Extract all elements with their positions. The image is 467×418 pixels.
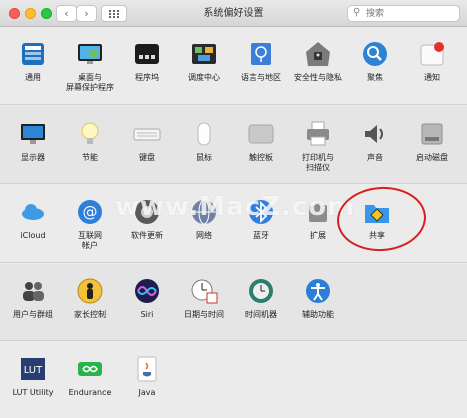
- pane-label: 桌面与 屏幕保护程序: [66, 73, 114, 92]
- pane-label: 安全性与隐私: [294, 73, 342, 82]
- displays-icon: [19, 120, 47, 148]
- pane-security-privacy[interactable]: 安全性与隐私: [288, 40, 348, 83]
- sound-icon: [361, 120, 389, 148]
- pane-label: 蓝牙: [253, 231, 269, 240]
- pane-trackpad[interactable]: 触控板: [231, 120, 291, 163]
- pane-date-time[interactable]: 日期与时间: [174, 277, 234, 320]
- users-groups-icon: [19, 277, 47, 305]
- pane-label: iCloud: [20, 231, 46, 240]
- pane-startup-disk[interactable]: 启动磁盘: [402, 120, 462, 163]
- window-titlebar: ‹ › 系统偏好设置 ⚲: [0, 0, 467, 27]
- pane-label: 触控板: [249, 153, 273, 162]
- spotlight-icon: [361, 40, 389, 68]
- notifications-icon: [418, 40, 446, 68]
- keyboard-icon: [133, 120, 161, 148]
- startup-disk-icon: [418, 120, 446, 148]
- pane-label: 键盘: [139, 153, 155, 162]
- pane-label: 打印机与 扫描仪: [302, 153, 334, 172]
- java-icon: [133, 355, 161, 383]
- endurance-icon: [76, 355, 104, 383]
- pane-users-groups[interactable]: 用户与群组: [3, 277, 63, 320]
- pane-spotlight[interactable]: 聚焦: [345, 40, 405, 83]
- pane-icloud[interactable]: iCloud: [3, 198, 63, 241]
- pane-energy-saver[interactable]: 节能: [60, 120, 120, 163]
- pane-label: 通知: [424, 73, 440, 82]
- dock-icon: [133, 40, 161, 68]
- pane-label: 调度中心: [188, 73, 220, 82]
- pane-sound[interactable]: 声音: [345, 120, 405, 163]
- pane-mouse[interactable]: 鼠标: [174, 120, 234, 163]
- lut-utility-icon: LUT: [19, 355, 47, 383]
- internet-accounts-icon: @: [76, 198, 104, 226]
- pane-label: Java: [138, 388, 156, 397]
- watermark-text: www.MacZ.com: [115, 192, 356, 222]
- svg-text:@: @: [83, 203, 98, 221]
- pane-accessibility[interactable]: 辅助功能: [288, 277, 348, 320]
- pane-label: 启动磁盘: [416, 153, 448, 162]
- printer-scanner-icon: [304, 120, 332, 148]
- pane-endurance[interactable]: Endurance: [60, 355, 120, 398]
- pane-java[interactable]: Java: [117, 355, 177, 398]
- accessibility-icon: [304, 277, 332, 305]
- pane-label: 显示器: [21, 153, 45, 162]
- pane-notifications[interactable]: 通知: [402, 40, 462, 83]
- pane-lut-utility[interactable]: LUT LUT Utility: [3, 355, 63, 398]
- pane-keyboard[interactable]: 键盘: [117, 120, 177, 163]
- pane-label: 辅助功能: [302, 310, 334, 319]
- siri-icon: [133, 277, 161, 305]
- pane-time-machine[interactable]: 时间机器: [231, 277, 291, 320]
- icloud-icon: [19, 198, 47, 226]
- pane-general[interactable]: 通用: [3, 40, 63, 83]
- language-region-icon: [247, 40, 275, 68]
- pane-label: 时间机器: [245, 310, 277, 319]
- pane-parental-controls[interactable]: 家长控制: [60, 277, 120, 320]
- pane-label: 日期与时间: [184, 310, 224, 319]
- pane-language-region[interactable]: 语言与地区: [231, 40, 291, 83]
- pane-label: Siri: [140, 310, 154, 319]
- pane-label: 扩展: [310, 231, 326, 240]
- pane-label: LUT Utility: [12, 388, 54, 397]
- mission-control-icon: [190, 40, 218, 68]
- date-time-icon: [190, 277, 218, 305]
- pane-label: 软件更新: [131, 231, 163, 240]
- pane-label: 家长控制: [74, 310, 106, 319]
- pane-label: 鼠标: [196, 153, 212, 162]
- pane-label: 聚焦: [367, 73, 383, 82]
- pane-label: Endurance: [68, 388, 112, 397]
- pane-dock[interactable]: 程序坞: [117, 40, 177, 83]
- pane-desktop-screensaver[interactable]: 桌面与 屏幕保护程序: [60, 40, 120, 93]
- pane-label: 互联网 帐户: [78, 231, 102, 250]
- search-field[interactable]: ⚲: [347, 5, 460, 22]
- mouse-icon: [190, 120, 218, 148]
- pane-label: 网络: [196, 231, 212, 240]
- energy-saver-icon: [76, 120, 104, 148]
- pane-internet-accounts[interactable]: @ 互联网 帐户: [60, 198, 120, 251]
- pane-printers-scanners[interactable]: 打印机与 扫描仪: [288, 120, 348, 173]
- pane-label: 语言与地区: [241, 73, 281, 82]
- pane-label: 程序坞: [135, 73, 159, 82]
- general-icon: [19, 40, 47, 68]
- pane-label: 节能: [82, 153, 98, 162]
- time-machine-icon: [247, 277, 275, 305]
- pane-label: 用户与群组: [13, 310, 53, 319]
- search-icon: ⚲: [353, 7, 361, 18]
- parental-controls-icon: [76, 277, 104, 305]
- pane-mission-control[interactable]: 调度中心: [174, 40, 234, 83]
- search-input[interactable]: [366, 7, 454, 20]
- svg-text:LUT: LUT: [24, 365, 43, 376]
- pane-label: 声音: [367, 153, 383, 162]
- pane-label: 通用: [25, 73, 41, 82]
- security-privacy-icon: [304, 40, 332, 68]
- trackpad-icon: [247, 120, 275, 148]
- pane-displays[interactable]: 显示器: [3, 120, 63, 163]
- pane-siri[interactable]: Siri: [117, 277, 177, 320]
- desktop-screensaver-icon: [76, 40, 104, 68]
